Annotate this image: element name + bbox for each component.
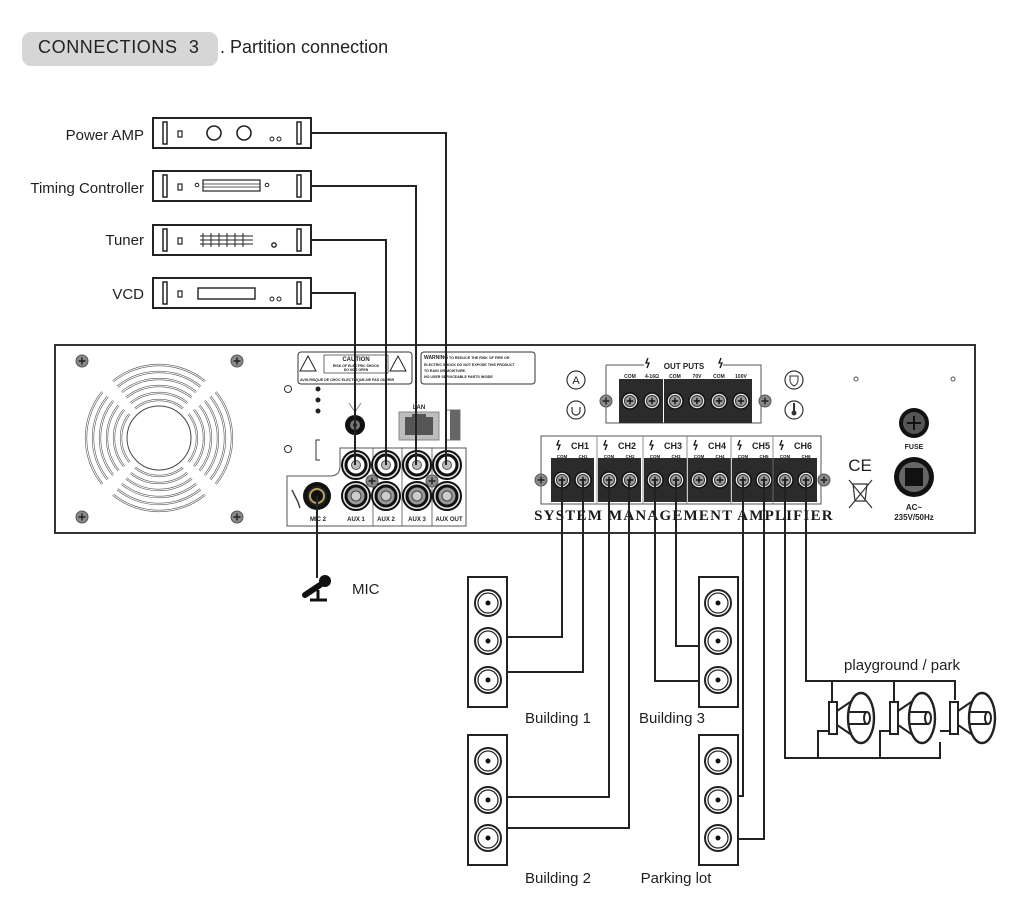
zone-building-3: Building 3 xyxy=(639,576,739,727)
channel-terminal-label: COM xyxy=(780,454,791,459)
output-terminal-label: COM xyxy=(713,374,725,380)
warning-title: WARNING xyxy=(424,355,448,361)
ground-icon: A xyxy=(566,370,586,390)
svg-text:235V/50Hz: 235V/50Hz xyxy=(894,513,934,522)
svg-text:AUX 3: AUX 3 xyxy=(408,517,426,523)
horn-speaker-icon xyxy=(827,691,876,745)
channel-terminal-label: COM xyxy=(650,454,661,459)
thermometer-icon xyxy=(784,400,804,420)
zone-label: Building 3 xyxy=(639,710,705,727)
zone-label: Parking lot xyxy=(641,870,713,887)
horn-speaker-icon xyxy=(888,691,937,745)
channel-terminal-label: COM xyxy=(738,454,749,459)
svg-text:MIC 2: MIC 2 xyxy=(310,517,327,523)
output-terminal[interactable]: COM xyxy=(663,374,687,424)
zone-label: Building 2 xyxy=(525,870,591,887)
mic-label: MIC xyxy=(352,581,380,598)
svg-text:AUX OUT: AUX OUT xyxy=(436,517,463,523)
channel-terminal[interactable] xyxy=(687,457,711,503)
partition-connection-diagram: Power AMP Timing Controller Tuner VCD CA… xyxy=(30,117,997,887)
svg-text:ELECTRIC SHOCK DO NOT EXPOSE T: ELECTRIC SHOCK DO NOT EXPOSE THIS PRODUC… xyxy=(424,363,515,367)
output-terminal[interactable]: 100V xyxy=(729,374,753,424)
source-label: Timing Controller xyxy=(30,180,144,197)
channel-name: CH1 xyxy=(571,441,589,451)
svg-text:AUX 2: AUX 2 xyxy=(377,517,395,523)
source-power-amp: Power AMP xyxy=(66,117,312,149)
zone-playground-park: playground / park xyxy=(827,657,997,745)
svg-text:NO USER SERVICEABLE PARTS INSI: NO USER SERVICEABLE PARTS INSIDE xyxy=(424,375,493,379)
channel-name: CH3 xyxy=(664,441,682,451)
source-label: Tuner xyxy=(105,232,144,249)
knob-icon xyxy=(206,125,222,141)
output-terminal-label: 4-16Ω xyxy=(645,374,659,380)
zone-label: playground / park xyxy=(844,657,960,674)
screw-icon xyxy=(230,510,244,524)
svg-text:DO NOT OPEN: DO NOT OPEN xyxy=(344,368,369,372)
output-terminal-label: COM xyxy=(669,374,681,380)
power-icon xyxy=(566,400,586,420)
zone-parking-lot: Parking lot xyxy=(641,734,739,887)
outputs-title: OUT PUTS xyxy=(664,362,705,371)
microphone-icon xyxy=(302,575,331,602)
ac-power-inlet[interactable]: AC~ 235V/50Hz xyxy=(894,457,934,522)
channel-terminal-label: CH2 xyxy=(625,454,634,459)
svg-text:FUSE: FUSE xyxy=(905,444,924,451)
channel-terminal-label: CH4 xyxy=(715,454,724,459)
channel-terminal-label: CH1 xyxy=(578,454,587,459)
warning-label: WARNING TO REDUCE THE RISK OF FIRE OR EL… xyxy=(420,351,536,385)
shield-icon xyxy=(784,370,804,390)
channel-terminal-label: CH6 xyxy=(801,454,810,459)
output-terminal[interactable]: 4-16Ω xyxy=(640,374,664,424)
channel-terminal[interactable] xyxy=(708,457,732,503)
horn-speaker-icon xyxy=(948,691,997,745)
amplifier-rear-panel: CAUTION RISK OF ELECTRIC SHOCK DO NOT OP… xyxy=(54,344,976,534)
output-terminal[interactable]: COM xyxy=(707,374,731,424)
output-terminal-label: 70V xyxy=(693,374,703,380)
model-text: SYSTEM MANAGEMENT AMPLIFIER xyxy=(534,508,834,524)
svg-text:AUX 1: AUX 1 xyxy=(347,517,365,523)
source-label: Power AMP xyxy=(66,127,144,144)
svg-text:A: A xyxy=(572,375,580,387)
screw-icon xyxy=(75,354,89,368)
zone-building-1: Building 1 xyxy=(467,576,591,727)
source-label: VCD xyxy=(112,286,144,303)
screw-icon xyxy=(425,474,439,488)
channel-terminal-label: COM xyxy=(604,454,615,459)
source-timing-controller: Timing Controller xyxy=(30,170,312,202)
channel-terminal-label: COM xyxy=(694,454,705,459)
zone-building-2: Building 2 xyxy=(467,734,591,887)
svg-text:LAN: LAN xyxy=(413,405,425,411)
screw-icon xyxy=(230,354,244,368)
source-vcd: VCD xyxy=(112,277,312,309)
svg-text:AVIS:RISQUE DE CHOC ELECTRIQUE: AVIS:RISQUE DE CHOC ELECTRIQUE-NE PAS OU… xyxy=(300,378,395,382)
channel-name: CH6 xyxy=(794,441,812,451)
svg-text:AC~: AC~ xyxy=(906,503,923,512)
output-terminal[interactable]: 70V xyxy=(685,374,709,424)
screw-icon xyxy=(75,510,89,524)
channel-terminal-label: CH3 xyxy=(671,454,680,459)
output-terminal-label: 100V xyxy=(735,374,747,380)
ce-mark-icon: CE xyxy=(848,456,872,475)
source-tuner: Tuner xyxy=(105,224,312,256)
channel-terminal-label: COM xyxy=(557,454,568,459)
svg-text:TO REDUCE THE RISK OF FIRE OR: TO REDUCE THE RISK OF FIRE OR xyxy=(449,356,510,360)
screw-icon xyxy=(365,474,379,488)
zone-label: Building 1 xyxy=(525,710,591,727)
microphone: MIC xyxy=(302,575,380,602)
channel-name: CH2 xyxy=(618,441,636,451)
channel-terminal-label: CH5 xyxy=(759,454,768,459)
channel-name: CH4 xyxy=(708,441,726,451)
knob-icon xyxy=(236,125,252,141)
output-terminal[interactable]: COM xyxy=(618,374,642,424)
channel-name: CH5 xyxy=(752,441,770,451)
output-terminal-label: COM xyxy=(624,374,636,380)
